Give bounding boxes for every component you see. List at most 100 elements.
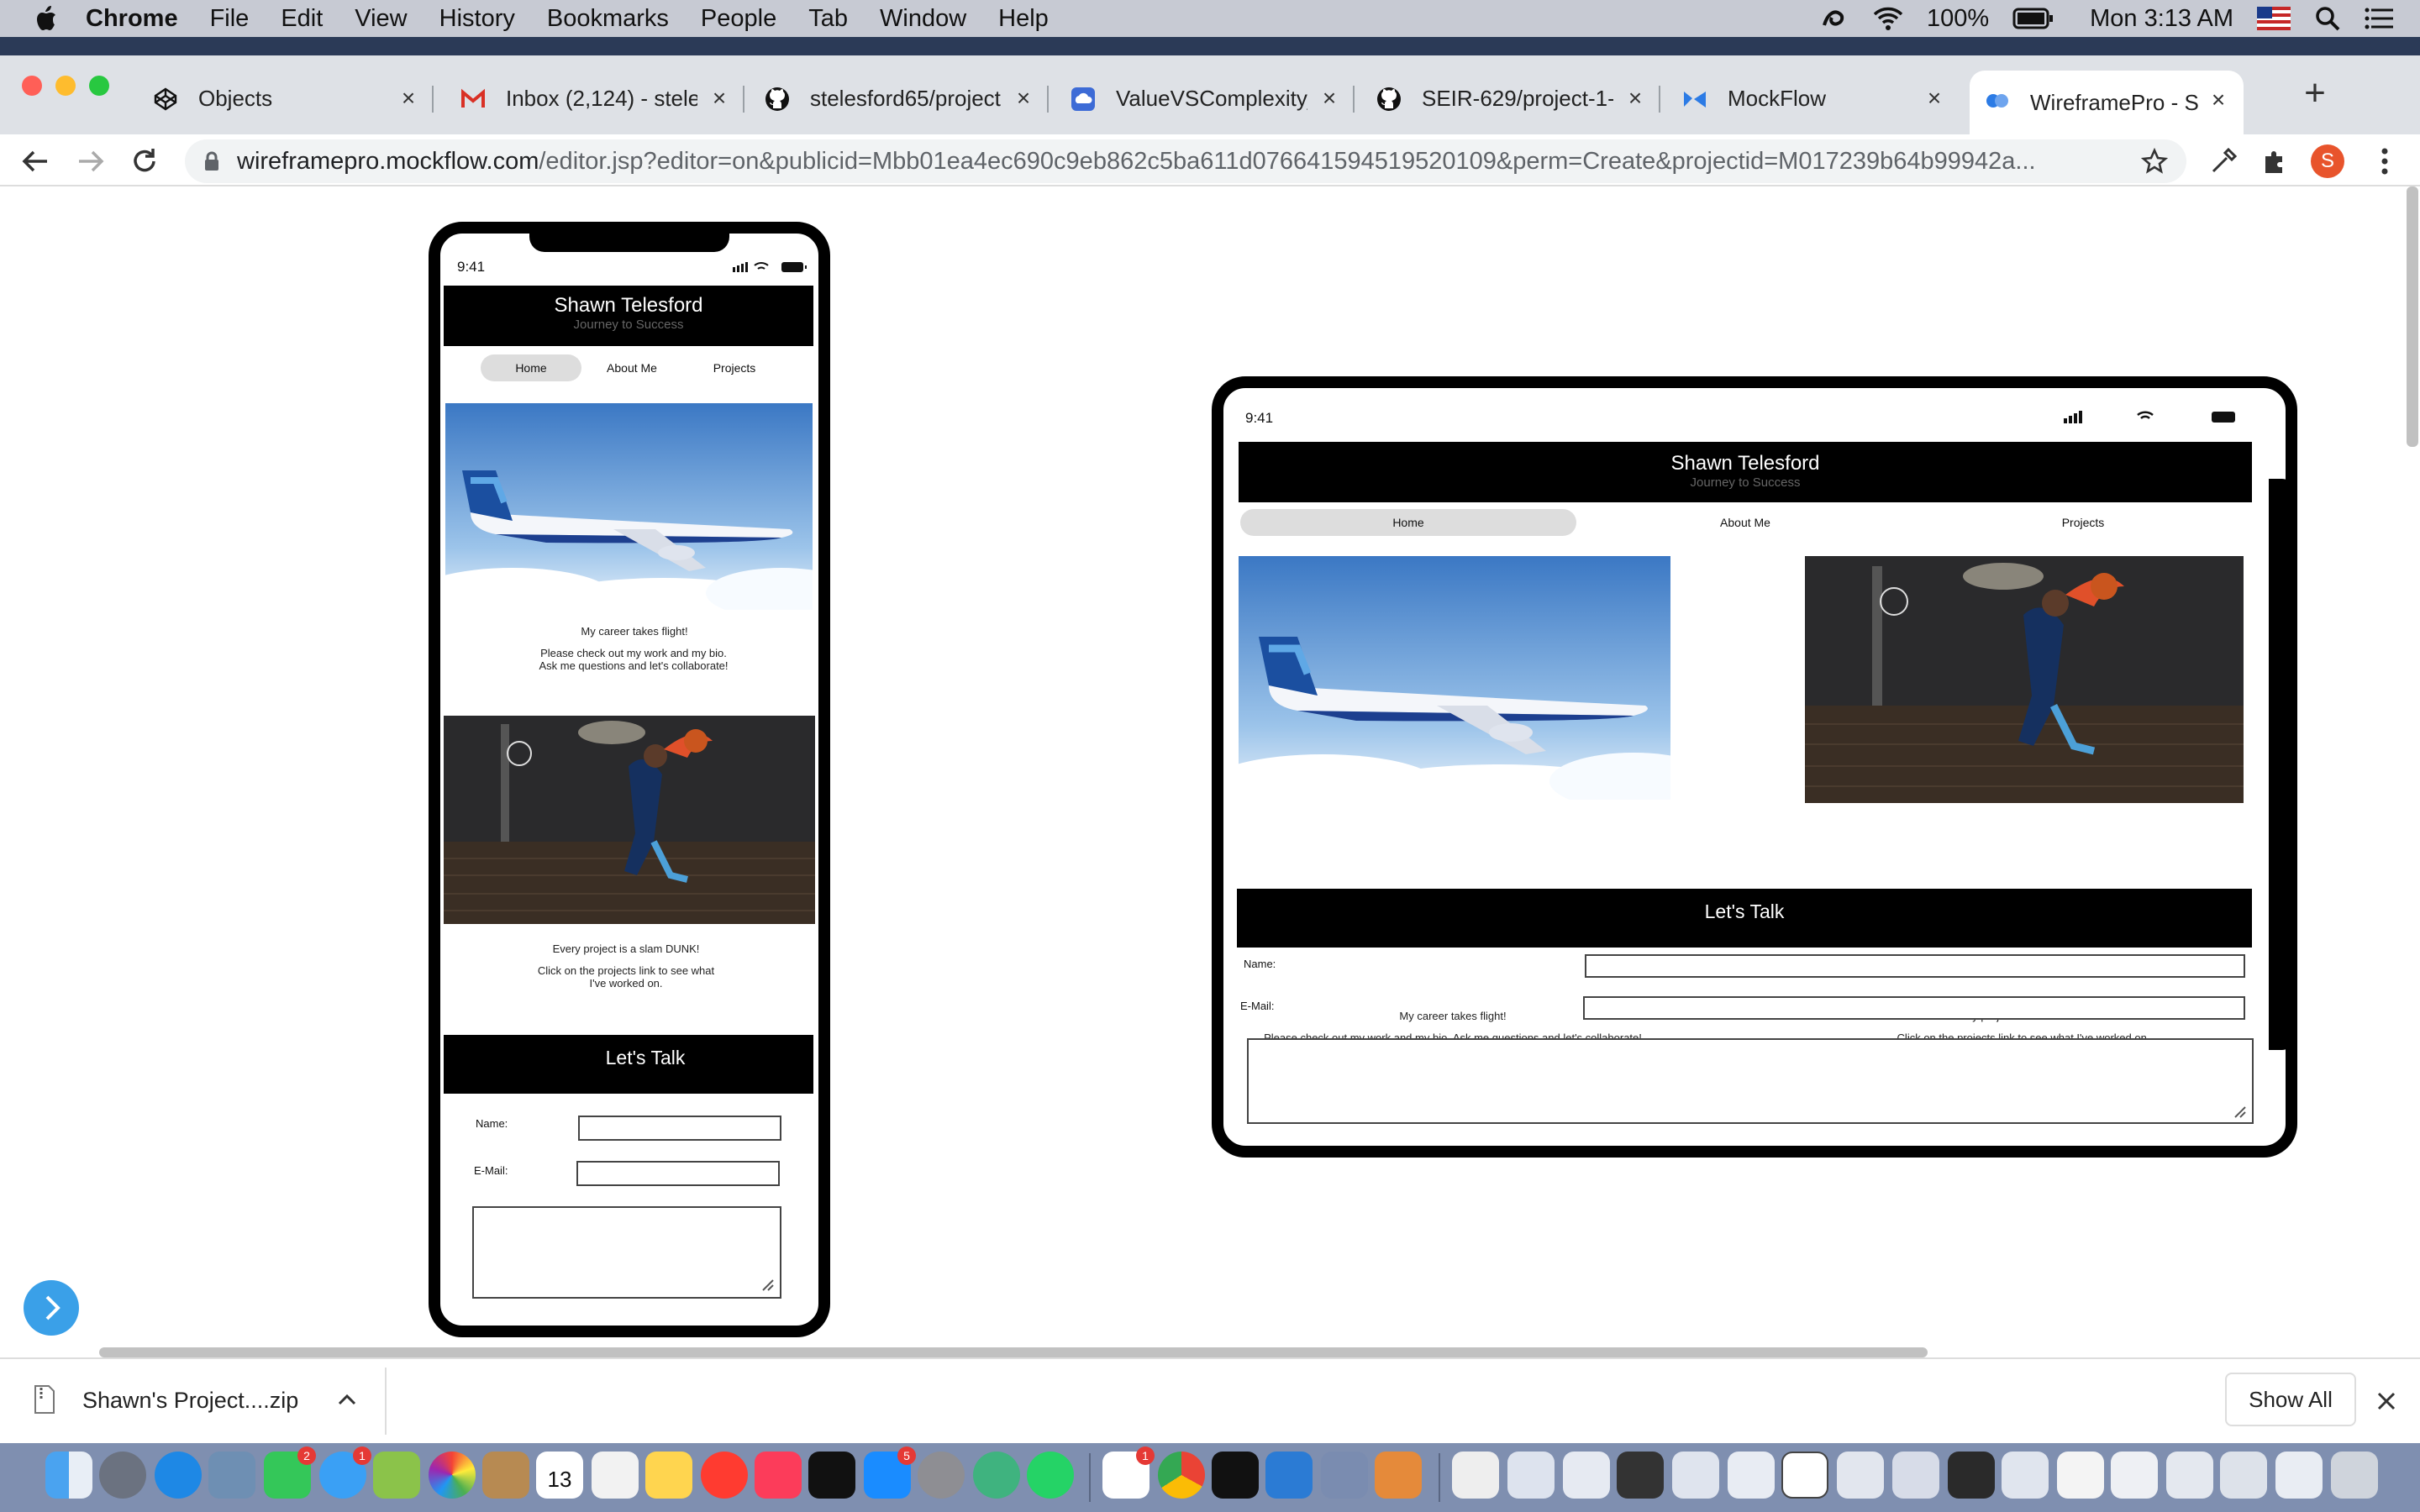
menu-bookmarks[interactable]: Bookmarks: [547, 5, 669, 33]
tablet-nav-home[interactable]: Home: [1240, 509, 1576, 536]
recent-window-thumbnail[interactable]: [1507, 1452, 1555, 1499]
preview-icon[interactable]: [208, 1452, 255, 1499]
facetime-icon[interactable]: 2: [264, 1446, 316, 1499]
whatsapp-icon[interactable]: [1027, 1452, 1074, 1499]
back-arrow-icon[interactable]: [18, 144, 52, 178]
recent-window-thumbnail[interactable]: [2166, 1452, 2213, 1499]
recent-window-thumbnail[interactable]: [1892, 1452, 1939, 1499]
music-icon[interactable]: [755, 1452, 802, 1499]
phone-nav-projects[interactable]: Projects: [684, 354, 785, 381]
phone-nav-about[interactable]: About Me: [581, 354, 682, 381]
menu-view[interactable]: View: [355, 5, 407, 33]
tab-seir-project[interactable]: SEIR-629/project-1-p ×: [1361, 69, 1660, 128]
notes-icon[interactable]: [645, 1452, 692, 1499]
tab-objects[interactable]: Objects ×: [138, 69, 434, 128]
resize-grip-icon[interactable]: [760, 1277, 775, 1292]
recent-window-thumbnail[interactable]: [2111, 1452, 2158, 1499]
apple-icon[interactable]: [34, 5, 57, 32]
eyedropper-extension-icon[interactable]: [2207, 144, 2240, 178]
finder-icon[interactable]: [45, 1452, 92, 1499]
show-all-button[interactable]: Show All: [2225, 1373, 2356, 1426]
menu-app-name[interactable]: Chrome: [86, 5, 178, 33]
recent-window-thumbnail[interactable]: [1563, 1452, 1610, 1499]
downloads-stack-icon[interactable]: [1452, 1452, 1499, 1499]
pages-icon[interactable]: [1375, 1452, 1422, 1499]
reload-icon[interactable]: [128, 144, 161, 178]
phone-nav-home[interactable]: Home: [481, 354, 581, 381]
tablet-email-input[interactable]: [1583, 996, 2245, 1020]
profile-avatar[interactable]: S: [2311, 144, 2344, 178]
photos-icon[interactable]: [429, 1452, 476, 1499]
tablet-message-textarea[interactable]: [1247, 1038, 2254, 1124]
recent-window-thumbnail[interactable]: [1728, 1452, 1775, 1499]
close-tab-icon[interactable]: ×: [708, 87, 731, 110]
lock-icon[interactable]: [203, 151, 220, 171]
more-menu-icon[interactable]: [2368, 144, 2402, 178]
close-tab-icon[interactable]: ×: [1623, 87, 1647, 110]
close-tab-icon[interactable]: ×: [397, 87, 420, 110]
tablet-nav-projects[interactable]: Projects: [1914, 509, 2252, 536]
forward-arrow-icon[interactable]: [74, 144, 108, 178]
expand-panel-button[interactable]: [24, 1280, 79, 1336]
menu-help[interactable]: Help: [998, 5, 1049, 33]
close-tab-icon[interactable]: ×: [1318, 87, 1341, 110]
messages-icon[interactable]: 1: [319, 1446, 371, 1499]
menu-people[interactable]: People: [701, 5, 776, 33]
tab-value-vs-complexity[interactable]: ValueVSComplexity_ ×: [1055, 69, 1355, 128]
spotlight-search-icon[interactable]: [2314, 5, 2341, 32]
recent-window-thumbnail[interactable]: [2275, 1452, 2323, 1499]
menu-clock[interactable]: Mon 3:13 AM: [2090, 5, 2233, 33]
close-icon[interactable]: [2375, 1389, 2398, 1413]
recent-window-thumbnail[interactable]: [1837, 1452, 1884, 1499]
vscode-icon[interactable]: [1265, 1452, 1313, 1499]
image-capture-icon[interactable]: [1321, 1452, 1368, 1499]
close-tab-icon[interactable]: ×: [1012, 87, 1035, 110]
horizontal-scrollbar[interactable]: [99, 1347, 1928, 1357]
download-filename[interactable]: Shawn's Project....zip: [82, 1388, 298, 1414]
contacts-icon[interactable]: [482, 1452, 529, 1499]
minimize-window-button[interactable]: [55, 76, 76, 96]
recent-window-thumbnail[interactable]: [1781, 1452, 1828, 1499]
apple-tv-icon[interactable]: [808, 1452, 855, 1499]
reminders-icon[interactable]: [592, 1452, 639, 1499]
recent-window-thumbnail[interactable]: [1617, 1452, 1664, 1499]
system-preferences-icon[interactable]: [918, 1452, 965, 1499]
slack-icon[interactable]: 1: [1102, 1446, 1155, 1499]
menu-history[interactable]: History: [439, 5, 515, 33]
new-tab-button[interactable]: +: [2296, 74, 2334, 113]
menu-file[interactable]: File: [210, 5, 250, 33]
resize-grip-icon[interactable]: [2232, 1104, 2247, 1119]
terminal-icon[interactable]: [1212, 1452, 1259, 1499]
extensions-puzzle-icon[interactable]: [2259, 144, 2292, 178]
tablet-name-input[interactable]: [1585, 954, 2245, 978]
tab-mockflow[interactable]: MockFlow ×: [1667, 69, 1960, 128]
phone-email-input[interactable]: [576, 1161, 780, 1186]
phone-message-textarea[interactable]: [472, 1206, 781, 1299]
chevron-up-icon[interactable]: [336, 1391, 358, 1408]
creative-cloud-icon[interactable]: [1819, 5, 1849, 32]
app-store-icon[interactable]: 5: [864, 1446, 916, 1499]
recent-window-thumbnail[interactable]: [2057, 1452, 2104, 1499]
tab-wireframepro[interactable]: WireframePro - Shav ×: [1970, 71, 2244, 134]
vertical-scrollbar[interactable]: [2407, 186, 2418, 447]
control-center-icon[interactable]: [2365, 6, 2395, 31]
maps-icon[interactable]: [373, 1452, 420, 1499]
chrome-icon[interactable]: [1158, 1452, 1205, 1499]
bookmark-star-icon[interactable]: [2141, 148, 2168, 175]
wireframe-canvas[interactable]: 9:41 Shawn Telesford Journey to Success …: [0, 186, 2420, 1357]
menu-window[interactable]: Window: [880, 5, 966, 33]
recent-window-thumbnail[interactable]: [1672, 1452, 1719, 1499]
safari-icon[interactable]: [155, 1452, 202, 1499]
launchpad-icon[interactable]: [99, 1452, 146, 1499]
close-window-button[interactable]: [22, 76, 42, 96]
tablet-nav-about[interactable]: About Me: [1576, 509, 1914, 536]
menu-edit[interactable]: Edit: [281, 5, 323, 33]
news-icon[interactable]: [701, 1452, 748, 1499]
trash-icon[interactable]: [2331, 1452, 2378, 1499]
close-tab-icon[interactable]: ×: [1923, 87, 1946, 110]
recent-window-thumbnail[interactable]: [2220, 1452, 2267, 1499]
atom-icon[interactable]: [973, 1452, 1020, 1499]
recent-window-thumbnail[interactable]: [2002, 1452, 2049, 1499]
tab-github-project[interactable]: stelesford65/project ×: [750, 69, 1049, 128]
close-tab-icon[interactable]: ×: [2207, 88, 2230, 112]
